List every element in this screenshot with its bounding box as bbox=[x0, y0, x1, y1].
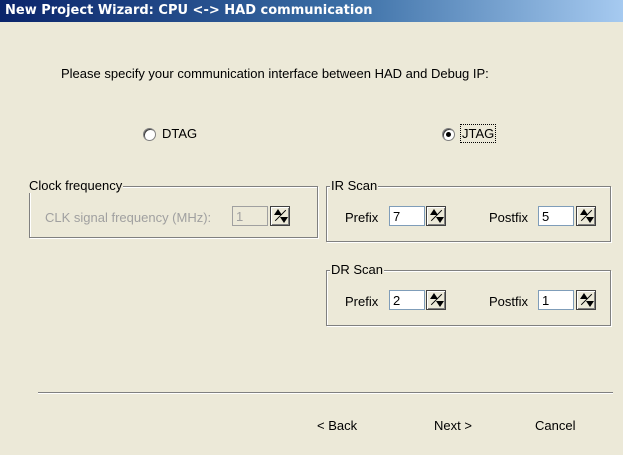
dr-prefix-spinner[interactable] bbox=[426, 290, 446, 310]
clk-frequency-spinner[interactable] bbox=[270, 206, 290, 226]
clk-frequency-label: CLK signal frequency (MHz): bbox=[45, 210, 212, 225]
jtag-radio[interactable] bbox=[442, 128, 455, 141]
dr-prefix-input[interactable]: 2 bbox=[389, 290, 425, 310]
instruction-text: Please specify your communication interf… bbox=[61, 66, 489, 81]
ir-scan-legend: IR Scan bbox=[330, 178, 379, 193]
dr-postfix-input[interactable]: 1 bbox=[538, 290, 574, 310]
title-bar: New Project Wizard: CPU <-> HAD communic… bbox=[0, 0, 623, 22]
ir-postfix-spinner[interactable] bbox=[576, 206, 596, 226]
cancel-button[interactable]: Cancel bbox=[535, 418, 575, 433]
jtag-radio-label[interactable]: JTAG bbox=[460, 124, 497, 143]
clk-frequency-input[interactable]: 1 bbox=[232, 206, 268, 226]
dr-postfix-spinner[interactable] bbox=[576, 290, 596, 310]
ir-prefix-spinner[interactable] bbox=[426, 206, 446, 226]
wizard-window: New Project Wizard: CPU <-> HAD communic… bbox=[0, 0, 624, 455]
clock-frequency-legend: Clock frequency bbox=[28, 178, 124, 193]
dr-postfix-label: Postfix bbox=[489, 294, 529, 309]
ir-postfix-input[interactable]: 5 bbox=[538, 206, 574, 226]
dtag-radio-label[interactable]: DTAG bbox=[162, 126, 197, 141]
ir-prefix-input[interactable]: 7 bbox=[389, 206, 425, 226]
ir-prefix-label: Prefix bbox=[345, 210, 379, 225]
dr-prefix-label: Prefix bbox=[345, 294, 379, 309]
button-separator bbox=[38, 392, 613, 394]
dtag-radio[interactable] bbox=[143, 128, 156, 141]
window-title: New Project Wizard: CPU <-> HAD communic… bbox=[5, 3, 373, 18]
ir-postfix-label: Postfix bbox=[489, 210, 529, 225]
back-button[interactable]: < Back bbox=[317, 418, 357, 433]
next-button[interactable]: Next > bbox=[434, 418, 472, 433]
dr-scan-legend: DR Scan bbox=[330, 262, 385, 277]
